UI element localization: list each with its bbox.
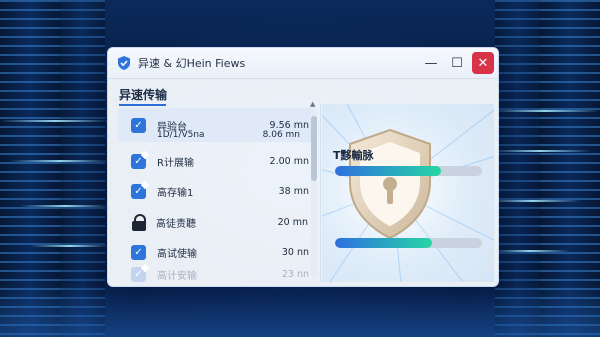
section-title: 异速传输 [119,88,168,102]
shield-lock-icon [349,128,431,240]
light-streak [30,245,110,247]
transfer-value: 20 mn [277,216,308,228]
scroll-up-icon[interactable]: ▲ [310,100,315,108]
light-streak [20,205,110,207]
progress-fill-top [335,166,441,176]
light-streak [490,110,600,112]
transfer-label: 高存输1 [157,187,194,199]
minimize-button[interactable]: — [420,52,442,74]
light-streak [485,200,580,202]
transfer-value: 23 nn [281,268,309,280]
transfer-sub-label: 1D/1/V5na [157,130,205,140]
transfer-value: 30 nn [281,246,309,258]
floor-glow [0,282,600,337]
light-streak [10,160,110,162]
light-streak [0,120,110,122]
status-panel [322,104,494,282]
transfer-value: 9.56 mn [269,119,309,131]
window-title: 异速 & 幻Hein Fiews [138,57,246,70]
transfer-value: 2.00 mn [269,155,309,167]
progress-fill-bottom [335,238,433,248]
transfer-row[interactable]: ✓ 高计安输 23 nn [118,265,314,283]
maximize-button[interactable]: ☐ [446,52,468,74]
close-button[interactable]: ✕ [472,52,494,74]
transfer-row[interactable]: ✓ R计展输 2.00 mn [118,144,314,178]
light-streak [490,250,570,252]
light-streak [490,150,590,152]
transfer-row[interactable]: ✓ 异验台 9.56 mn 1D/1/V5na 8.06 mn [118,108,314,142]
title-bar[interactable]: 异速 & 幻Hein Fiews — ☐ ✕ [108,48,498,79]
check-icon: ✓ [131,117,146,133]
transfer-label: 高试使输 [157,248,197,260]
transfer-row[interactable]: 高徒责聽 20 mn [118,205,314,239]
transfer-sub-value: 8.06 mn [262,130,300,140]
transfer-label: 高徒责聽 [156,218,196,230]
transfer-value: 38 mn [278,185,309,197]
progress-bar-top [335,166,482,176]
document-check-icon: ✓ [131,183,146,199]
window-controls: — ☐ ✕ [420,48,498,78]
panel-divider [320,104,321,282]
transfer-label: 高计安输 [157,270,197,282]
document-check-icon: ✓ [131,266,146,282]
lock-icon [130,213,148,231]
progress-bar-bottom [335,238,482,248]
transfer-label: R计展输 [157,157,194,169]
check-icon: ✓ [131,244,146,260]
list-scrollbar[interactable]: ▲ [310,100,317,278]
transfer-list: ✓ 异验台 9.56 mn 1D/1/V5na 8.06 mn ✓ R计展输 2… [118,106,314,283]
status-label: T黟輸脉 [333,149,374,162]
app-window: 异速 & 幻Hein Fiews — ☐ ✕ 异速传输 ✓ 异验台 9.56 m… [107,47,499,287]
shield-check-icon [118,56,130,70]
scrollbar-thumb[interactable] [311,116,317,181]
transfer-row[interactable]: ✓ 高试使输 30 nn [118,235,314,269]
transfer-row[interactable]: ✓ 高存输1 38 mn [118,174,314,208]
document-check-icon: ✓ [131,153,146,169]
